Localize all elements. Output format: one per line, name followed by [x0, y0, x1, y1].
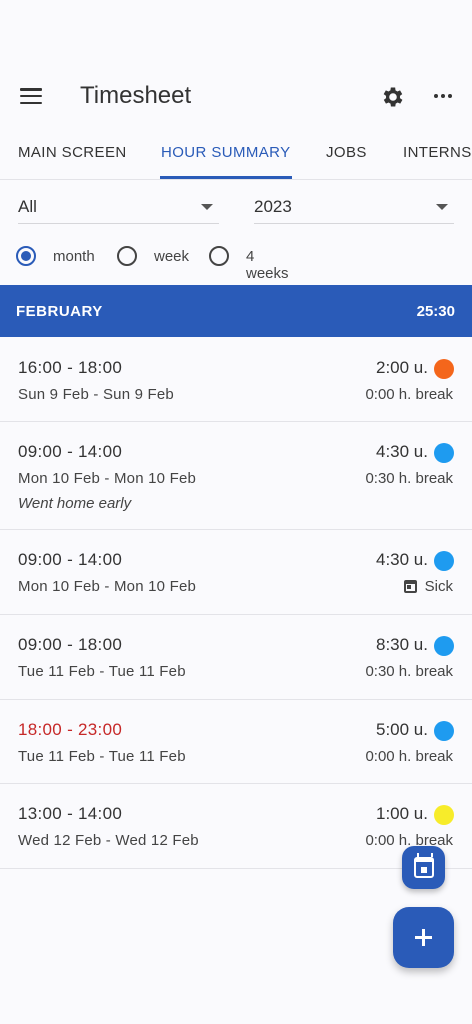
entry-dates: Wed 12 Feb - Wed 12 Feb	[18, 832, 199, 849]
radio-month[interactable]	[16, 246, 36, 266]
chevron-down-icon	[201, 204, 213, 210]
month-summary-header: FEBRUARY 25:30	[0, 285, 472, 337]
radio-4-weeks-label[interactable]: 4 weeks	[246, 248, 289, 282]
calendar-icon	[403, 580, 417, 593]
entry-dates: Mon 10 Feb - Mon 10 Feb	[18, 578, 197, 595]
radio-week[interactable]	[117, 246, 137, 266]
time-entry[interactable]: 16:00 - 18:00 Sun 9 Feb - Sun 9 Feb 2:00…	[0, 338, 472, 422]
radio-week-label[interactable]: week	[154, 248, 189, 265]
job-color-dot	[434, 805, 454, 825]
year-filter-dropdown[interactable]: 2023	[254, 190, 454, 224]
entry-hours: 4:30 u.	[376, 442, 428, 461]
entry-time-range: 18:00 - 23:00	[18, 720, 123, 739]
entry-sick-label: Sick	[424, 578, 453, 595]
entry-time-range: 13:00 - 14:00	[18, 804, 123, 823]
entry-break: 0:00 h. break	[365, 748, 453, 765]
calendar-icon	[414, 853, 434, 878]
entry-time-range: 09:00 - 14:00	[18, 442, 123, 461]
hamburger-menu-icon[interactable]	[20, 88, 42, 104]
time-entry[interactable]: 09:00 - 14:00 Mon 10 Feb - Mon 10 Feb 4:…	[0, 530, 472, 615]
time-entry[interactable]: 09:00 - 18:00 Tue 11 Feb - Tue 11 Feb 8:…	[0, 615, 472, 700]
entry-time-range: 16:00 - 18:00	[18, 358, 123, 377]
year-filter-value: 2023	[254, 197, 292, 216]
entry-hours: 8:30 u.	[376, 635, 428, 654]
job-filter-value: All	[18, 197, 37, 216]
radio-4-weeks[interactable]	[209, 246, 229, 266]
month-total-hours: 25:30	[416, 303, 455, 320]
tab-hour-summary[interactable]: HOUR SUMMARY	[161, 144, 291, 161]
entry-time-range: 09:00 - 14:00	[18, 550, 123, 569]
job-color-dot	[434, 551, 454, 571]
job-color-dot	[434, 443, 454, 463]
tab-interns[interactable]: INTERNS	[403, 144, 472, 161]
app-title: Timesheet	[80, 82, 192, 109]
add-entry-button[interactable]	[393, 907, 454, 968]
entry-dates: Tue 11 Feb - Tue 11 Feb	[18, 748, 186, 765]
entry-hours: 5:00 u.	[376, 720, 428, 739]
calendar-fab-button[interactable]	[402, 846, 445, 889]
entry-note: Went home early	[18, 495, 132, 512]
time-entry[interactable]: 09:00 - 14:00 Mon 10 Feb - Mon 10 Feb We…	[0, 422, 472, 530]
entry-time-range: 09:00 - 18:00	[18, 635, 123, 654]
job-filter-dropdown[interactable]: All	[18, 190, 219, 224]
entry-break: 0:00 h. break	[365, 386, 453, 403]
tab-main-screen[interactable]: MAIN SCREEN	[18, 144, 127, 161]
entry-break: 0:30 h. break	[365, 470, 453, 487]
tab-jobs[interactable]: JOBS	[326, 144, 367, 161]
entry-hours: 1:00 u.	[376, 804, 428, 823]
entry-sick-status: Sick	[403, 578, 453, 595]
app-bar: Timesheet	[0, 60, 472, 132]
entry-break: 0:30 h. break	[365, 663, 453, 680]
entry-dates: Mon 10 Feb - Mon 10 Feb	[18, 470, 197, 487]
tab-bar: MAIN SCREEN HOUR SUMMARY JOBS INTERNS	[0, 132, 472, 180]
time-entry[interactable]: 18:00 - 23:00 Tue 11 Feb - Tue 11 Feb 5:…	[0, 700, 472, 784]
active-tab-indicator	[160, 176, 292, 179]
gear-icon[interactable]	[380, 84, 406, 110]
job-color-dot	[434, 721, 454, 741]
job-color-dot	[434, 359, 454, 379]
entry-dates: Tue 11 Feb - Tue 11 Feb	[18, 663, 186, 680]
entry-hours: 2:00 u.	[376, 358, 428, 377]
job-color-dot	[434, 636, 454, 656]
entry-hours: 4:30 u.	[376, 550, 428, 569]
chevron-down-icon	[436, 204, 448, 210]
radio-month-label[interactable]: month	[53, 248, 95, 265]
more-horizontal-icon[interactable]	[434, 94, 452, 98]
month-name: FEBRUARY	[16, 303, 103, 320]
entry-dates: Sun 9 Feb - Sun 9 Feb	[18, 386, 174, 403]
